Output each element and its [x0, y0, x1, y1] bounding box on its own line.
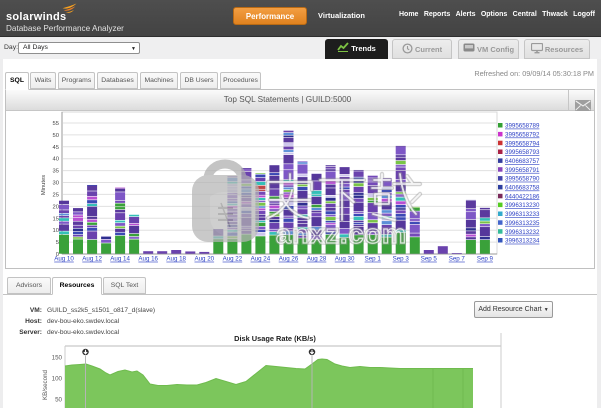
- svg-text:3996313235: 3996313235: [505, 220, 540, 227]
- svg-text:Sep 9: Sep 9: [477, 256, 494, 263]
- svg-text:3996313234: 3996313234: [505, 238, 540, 245]
- svg-text:55: 55: [53, 121, 59, 127]
- svg-text:anxz.com: anxz.com: [276, 219, 407, 249]
- svg-text:Sep 7: Sep 7: [449, 256, 466, 263]
- svg-text:Disk Usage Rate (KB/s): Disk Usage Rate (KB/s): [234, 334, 316, 343]
- svg-text:Aug 16: Aug 16: [138, 256, 158, 263]
- svg-text:10: 10: [53, 228, 59, 234]
- svg-text:35: 35: [53, 169, 59, 175]
- svg-text:50: 50: [53, 133, 59, 139]
- svg-text:KB/second: KB/second: [42, 369, 49, 399]
- svg-text:6440422186: 6440422186: [505, 193, 540, 200]
- svg-text:3995658793: 3995658793: [505, 149, 540, 156]
- svg-text:30: 30: [53, 181, 59, 187]
- svg-text:15: 15: [53, 216, 59, 222]
- svg-text:3995658792: 3995658792: [505, 132, 540, 139]
- svg-text:Minutes: Minutes: [41, 175, 47, 195]
- svg-text:3995658789: 3995658789: [505, 123, 540, 130]
- svg-text:25: 25: [53, 192, 59, 198]
- svg-text:3995658790: 3995658790: [505, 176, 540, 183]
- svg-text:Aug 12: Aug 12: [82, 256, 102, 263]
- svg-text:3996313230: 3996313230: [505, 202, 540, 209]
- svg-text:45: 45: [53, 145, 59, 151]
- svg-text:20: 20: [53, 204, 59, 210]
- svg-text:150: 150: [52, 355, 63, 362]
- svg-text:Aug 10: Aug 10: [54, 256, 74, 263]
- svg-text:50: 50: [55, 397, 62, 404]
- svg-text:Aug 14: Aug 14: [110, 256, 130, 263]
- svg-text:3996313233: 3996313233: [505, 211, 540, 218]
- svg-text:6406683758: 6406683758: [505, 185, 540, 192]
- svg-text:100: 100: [52, 376, 63, 383]
- svg-text:6406683757: 6406683757: [505, 158, 540, 165]
- svg-text:3995658794: 3995658794: [505, 140, 540, 147]
- svg-text:5: 5: [56, 240, 59, 246]
- svg-text:Aug 18: Aug 18: [166, 256, 186, 263]
- svg-text:3995658791: 3995658791: [505, 167, 540, 174]
- svg-text:40: 40: [53, 157, 59, 163]
- svg-text:3996313232: 3996313232: [505, 229, 540, 236]
